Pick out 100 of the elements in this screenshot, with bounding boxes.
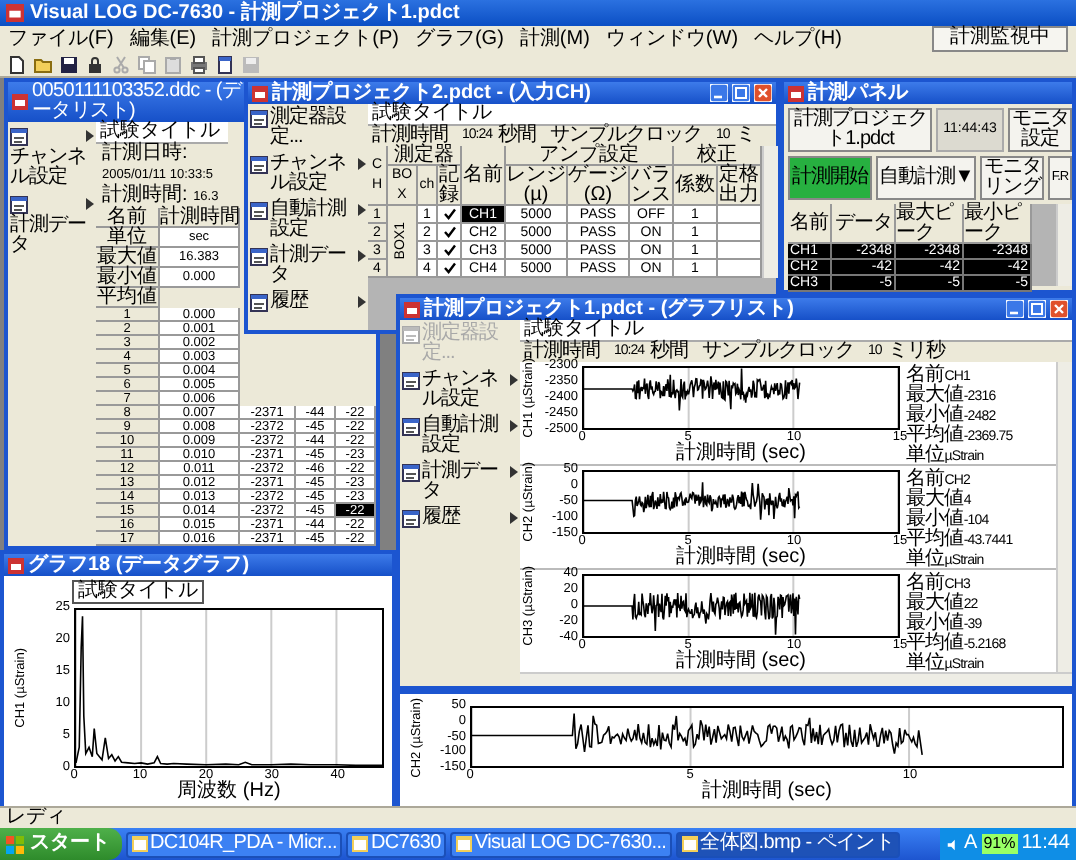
scrollbar[interactable]	[762, 146, 778, 278]
window-icon	[250, 202, 268, 220]
menu-item[interactable]: ウィンドウ(W)	[605, 29, 739, 49]
sidebar-button[interactable]: 自動計測設定	[402, 416, 518, 456]
table-cell	[718, 260, 762, 278]
axis-label: 周波数 (Hz)	[177, 780, 281, 802]
stat-label: 名前	[906, 572, 945, 594]
folder-icon[interactable]	[34, 55, 52, 73]
window-icon	[682, 836, 699, 852]
maximize-button[interactable]	[1028, 300, 1046, 318]
scrollbar[interactable]	[1056, 204, 1072, 286]
column-header: データ	[832, 204, 896, 244]
info-unit: 秒間	[498, 126, 537, 146]
app-icon	[788, 85, 804, 101]
window-title: 計測プロジェクト1.pdct - (グラフリスト)	[424, 299, 796, 319]
window-icon	[250, 110, 268, 128]
taskbar-button[interactable]: DC104R_PDA - Micr...	[126, 831, 343, 857]
menu-item[interactable]: 編集(E)	[129, 29, 197, 49]
column-header: レンジ(µ)	[506, 166, 568, 206]
column-header: 測定器	[388, 146, 462, 166]
menu-item[interactable]: ファイル(F)	[8, 29, 114, 49]
info-label: サンプルクロック	[702, 342, 855, 362]
stat-label: 名前	[906, 364, 945, 386]
page-icon[interactable]	[216, 55, 234, 73]
window-icon	[456, 836, 473, 852]
close-button[interactable]	[1050, 300, 1068, 318]
taskbar-button[interactable]: 全体図.bmp - ペイント	[676, 831, 901, 857]
clipboard-icon[interactable]	[164, 55, 182, 73]
file-icon[interactable]	[8, 55, 26, 73]
window-icon	[402, 418, 420, 436]
stat-label: 最小値	[906, 404, 964, 426]
app-icon	[12, 94, 28, 110]
test-title-button[interactable]: 試験タイトル	[72, 580, 204, 604]
info-unit: ミリ秒	[887, 342, 945, 362]
battery-indicator[interactable]: 91%	[981, 834, 1018, 854]
lock-icon[interactable]	[86, 55, 104, 73]
stat-label: 平均値	[906, 528, 964, 550]
column-header: 名前	[462, 146, 506, 206]
sidebar-button[interactable]: 計測データ	[10, 194, 94, 256]
column-header: アンプ設定	[506, 146, 674, 166]
monitor-settings-button[interactable]: モニタ設定	[1008, 108, 1072, 152]
column-header: 名前	[788, 204, 832, 244]
window-icon	[132, 836, 148, 852]
taskbar-button[interactable]: Visual LOG DC-7630...	[450, 831, 673, 857]
table-cell	[718, 224, 762, 242]
app-icon	[6, 4, 24, 22]
title-field: 試験タイトル	[520, 320, 1072, 342]
column-header: ゲージ(Ω)	[568, 166, 630, 206]
window-title: 計測パネル	[808, 83, 911, 103]
stat-label: 平均値	[906, 424, 964, 446]
stat-label: 最小値	[906, 612, 964, 634]
sidebar-button[interactable]: 履歴	[250, 292, 366, 312]
axis-label: 計測時間 (sec)	[702, 780, 832, 802]
table-cell	[718, 242, 762, 260]
scrollbar[interactable]	[1056, 362, 1072, 672]
sidebar-button[interactable]: 履歴	[402, 508, 518, 528]
taskbar-button[interactable]: DC7630	[346, 831, 447, 857]
speaker-icon[interactable]	[946, 837, 961, 851]
sidebar-button[interactable]: チャンネル設定	[402, 370, 518, 410]
window-icon	[402, 510, 420, 528]
window-icon	[10, 128, 28, 146]
window-title: グラフ18 (データグラフ)	[28, 555, 252, 575]
menu-item[interactable]: ヘルプ(H)	[754, 29, 842, 49]
sidebar-button[interactable]: チャンネル設定	[250, 154, 366, 194]
floppy-icon[interactable]	[60, 55, 78, 73]
info-label: 計測時間:	[102, 184, 188, 206]
menu-item[interactable]: 計測(M)	[519, 29, 590, 49]
info-unit: ミ	[735, 126, 755, 146]
axis-label: 計測時間 (sec)	[676, 650, 806, 672]
row-header: 平均値	[96, 288, 160, 308]
window-icon	[402, 372, 420, 390]
sidebar-button[interactable]: 測定器設定...	[250, 108, 366, 148]
menu-item[interactable]: 計測プロジェクト(P)	[212, 29, 399, 49]
stat-label: 最大値	[906, 592, 964, 614]
sidebar-button[interactable]: 計測データ	[402, 462, 518, 502]
row-header: 単位	[96, 228, 160, 248]
column-header: 名前	[96, 208, 160, 228]
sidebar-button[interactable]: チャンネル設定	[10, 126, 94, 188]
auto-measure-button[interactable]: 自動計測▼	[876, 156, 976, 200]
stat-label: 最大値	[906, 384, 964, 406]
scrollbar[interactable]	[520, 672, 1072, 686]
title-field: 試験タイトル	[96, 122, 228, 144]
sidebar-button[interactable]: 自動計測設定	[250, 200, 366, 240]
axis-label: 計測時間 (sec)	[676, 442, 806, 464]
maximize-button[interactable]	[732, 84, 750, 102]
column-header: 係数	[674, 166, 718, 206]
start-button[interactable]: 計測開始	[788, 156, 872, 200]
printer-icon[interactable]	[190, 55, 208, 73]
copy-icon[interactable]	[138, 55, 156, 73]
sidebar-button[interactable]: 計測データ	[250, 246, 366, 286]
app-title: Visual LOG DC-7630 - 計測プロジェクト1.pdct	[30, 3, 460, 23]
stat-label: 平均値	[906, 632, 964, 654]
window-icon	[352, 836, 369, 852]
close-button[interactable]	[754, 84, 772, 102]
menu-item[interactable]: グラフ(G)	[414, 29, 504, 49]
minimize-button[interactable]	[1006, 300, 1024, 318]
minimize-button[interactable]	[710, 84, 728, 102]
monitoring-button[interactable]: モニタリング	[980, 156, 1044, 200]
project-button[interactable]: 計測プロジェクト1.pdct	[788, 108, 932, 152]
monitor-status: 計測監視中	[932, 26, 1068, 52]
